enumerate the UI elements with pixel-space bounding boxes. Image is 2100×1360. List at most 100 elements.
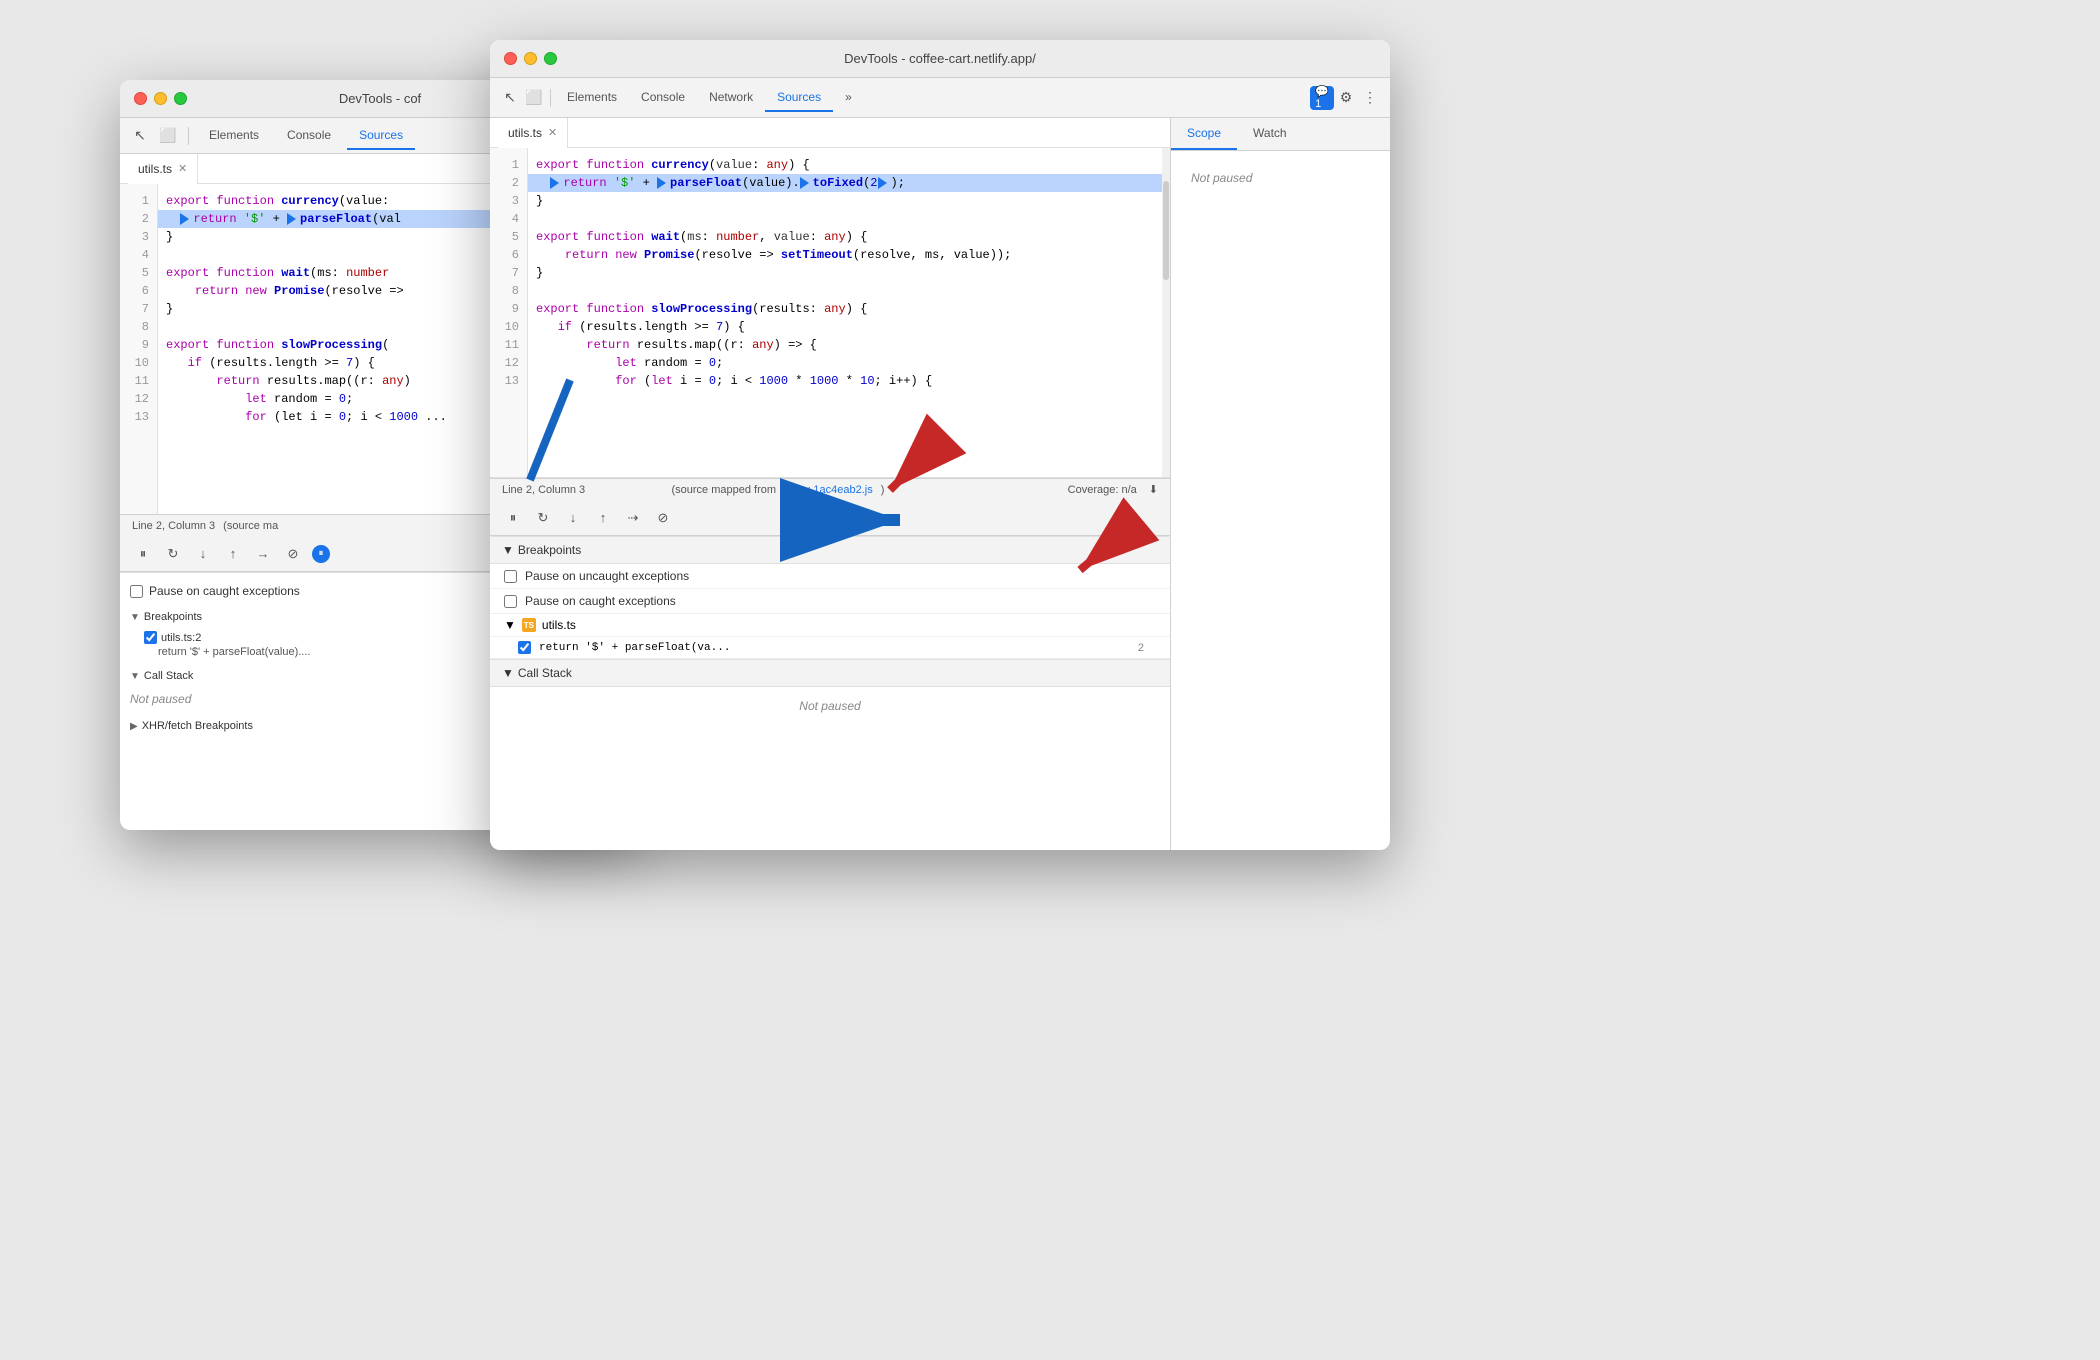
- bg-status-right: (source ma: [223, 520, 278, 532]
- fg-status-link[interactable]: index.1ac4eab2.js: [784, 484, 873, 496]
- fg-file-tab-close[interactable]: ✕: [548, 126, 557, 139]
- fg-pause-uncaught-checkbox[interactable]: [504, 570, 517, 583]
- bg-pause-btn[interactable]: ⏸: [132, 543, 154, 565]
- fg-code-line-9: export function slowProcessing(results: …: [528, 300, 1170, 318]
- fg-bp-detail-text: return '$' + parseFloat(va...: [539, 642, 730, 654]
- fg-status-bar: Line 2, Column 3 (source mapped from ind…: [490, 478, 1170, 500]
- bg-step-over-btn[interactable]: ↻: [162, 543, 184, 565]
- frames-icon[interactable]: ⬜: [156, 124, 180, 148]
- fg-bp-detail-row[interactable]: return '$' + parseFloat(va... 2: [490, 637, 1170, 659]
- fg-main-area: utils.ts ✕ 1 2 3 4 5 6 7 8 9 10 11: [490, 118, 1390, 850]
- bg-cs-arrow-icon: ▼: [130, 671, 140, 682]
- fg-status-mid-text: (source mapped from: [671, 484, 776, 496]
- traffic-lights-fg[interactable]: [504, 52, 557, 65]
- fg-scrollbar-thumb[interactable]: [1163, 181, 1169, 280]
- bg-line-2: 2: [120, 210, 157, 228]
- bg-line-numbers: 1 2 3 4 5 6 7 8 9 10 11 12 13: [120, 184, 158, 514]
- fg-scope-tab-bar: Scope Watch: [1171, 118, 1390, 151]
- fg-cursor-icon[interactable]: ↖: [498, 86, 522, 110]
- fg-file-tab-utils[interactable]: utils.ts ✕: [498, 118, 568, 148]
- fg-window-title: DevTools - coffee-cart.netlify.app/: [844, 51, 1036, 66]
- fg-code-line-8: [528, 282, 1170, 300]
- bg-file-tab-utils[interactable]: utils.ts ✕: [128, 154, 198, 184]
- bg-line-11: 11: [120, 372, 157, 390]
- traffic-lights-bg[interactable]: [134, 92, 187, 105]
- fg-code-line-12: let random = 0;: [528, 354, 1170, 372]
- fg-title-bar: DevTools - coffee-cart.netlify.app/: [490, 40, 1390, 78]
- fg-deactivate-btn[interactable]: ⊘: [652, 507, 674, 529]
- fg-status-right-sep: ): [881, 484, 885, 496]
- bg-file-tab-close[interactable]: ✕: [178, 162, 187, 175]
- fg-bp-file-section: ▼ TS utils.ts: [490, 614, 1170, 637]
- fg-tab-console[interactable]: Console: [629, 84, 697, 112]
- bg-line-13: 13: [120, 408, 157, 426]
- minimize-button-bg[interactable]: [154, 92, 167, 105]
- fg-popup-not-paused: Not paused: [490, 687, 1170, 725]
- bg-step-out-btn[interactable]: ↑: [222, 543, 244, 565]
- tab-console-bg[interactable]: Console: [275, 122, 343, 150]
- fg-bp-detail-checkbox[interactable]: [518, 641, 531, 654]
- fg-coverage-icon[interactable]: ⬇: [1149, 483, 1158, 496]
- bg-bp-arrow-icon: ▼: [130, 612, 140, 623]
- fg-toolbar-sep: [550, 89, 551, 107]
- bg-line-8: 8: [120, 318, 157, 336]
- cursor-icon[interactable]: ↖: [128, 124, 152, 148]
- bg-deactivate-btn[interactable]: ⊘: [282, 543, 304, 565]
- maximize-button-bg[interactable]: [174, 92, 187, 105]
- fg-code-line-2: return '$' + parseFloat(value).toFixed(2…: [528, 174, 1170, 192]
- bg-step-into-btn[interactable]: ↓: [192, 543, 214, 565]
- fg-settings-icon[interactable]: ⚙: [1334, 86, 1358, 110]
- fg-code-line-13: for (let i = 0; i < 1000 * 1000 * 10; i+…: [528, 372, 1170, 390]
- close-button-bg[interactable]: [134, 92, 147, 105]
- fg-step-into-btn[interactable]: ↓: [562, 507, 584, 529]
- fg-tab-elements[interactable]: Elements: [555, 84, 629, 112]
- bg-file-tab-label: utils.ts: [138, 162, 172, 176]
- bg-line-3: 3: [120, 228, 157, 246]
- fg-tab-sources[interactable]: Sources: [765, 84, 833, 112]
- maximize-button-fg[interactable]: [544, 52, 557, 65]
- bg-bp-file-label: utils.ts:2: [161, 632, 201, 644]
- fg-menu-icon[interactable]: ⋮: [1358, 86, 1382, 110]
- fg-pause-btn[interactable]: ⏸: [502, 507, 524, 529]
- fg-file-icon: TS: [522, 618, 536, 632]
- bg-line-12: 12: [120, 390, 157, 408]
- fg-bp-popup-label: Breakpoints: [518, 543, 581, 557]
- fg-bp-file-arrow[interactable]: ▼: [504, 618, 516, 632]
- fg-step-over-btn[interactable]: ↻: [532, 507, 554, 529]
- tab-sources-bg[interactable]: Sources: [347, 122, 415, 150]
- fg-tab-watch[interactable]: Watch: [1237, 118, 1303, 150]
- fg-scrollbar[interactable]: [1162, 148, 1170, 477]
- fg-pause-uncaught-row[interactable]: Pause on uncaught exceptions: [490, 564, 1170, 589]
- fg-step-out-btn[interactable]: ↑: [592, 507, 614, 529]
- fg-chat-icon[interactable]: 💬 1: [1310, 86, 1334, 110]
- fg-tab-scope[interactable]: Scope: [1171, 118, 1237, 150]
- fg-right-panel: Scope Watch Not paused: [1170, 118, 1390, 850]
- fg-bp-line-num: 2: [1138, 642, 1156, 654]
- fg-bp-file-name: utils.ts: [542, 618, 576, 632]
- fg-call-stack-header[interactable]: ▼ Call Stack: [490, 659, 1170, 687]
- fg-code-line-7: }: [528, 264, 1170, 282]
- fg-bp-expand-icon: ▼: [502, 543, 514, 557]
- tab-elements-bg[interactable]: Elements: [197, 122, 271, 150]
- fg-bp-popup-header[interactable]: ▼ Breakpoints: [490, 537, 1170, 564]
- fg-pause-caught-checkbox[interactable]: [504, 595, 517, 608]
- fg-tab-network[interactable]: Network: [697, 84, 765, 112]
- close-button-fg[interactable]: [504, 52, 517, 65]
- bg-pause-caught-checkbox[interactable]: [130, 585, 143, 598]
- fg-pause-caught-row[interactable]: Pause on caught exceptions: [490, 589, 1170, 614]
- fg-code-editor: 1 2 3 4 5 6 7 8 9 10 11 12 13 export fu: [490, 148, 1170, 478]
- bg-continue-btn[interactable]: →: [252, 543, 274, 565]
- fg-continue-btn[interactable]: ⇢: [622, 507, 644, 529]
- fg-tab-more[interactable]: »: [833, 84, 864, 112]
- bg-line-4: 4: [120, 246, 157, 264]
- bg-async-btn[interactable]: ⏸: [312, 545, 330, 563]
- fg-frames-icon[interactable]: ⬜: [522, 86, 546, 110]
- bg-status-position: Line 2, Column 3: [132, 520, 215, 532]
- fg-code-line-11: return results.map((r: any) => {: [528, 336, 1170, 354]
- bg-bp-file-checkbox[interactable]: [144, 631, 157, 644]
- bg-line-6: 6: [120, 282, 157, 300]
- bg-line-7: 7: [120, 300, 157, 318]
- bg-line-1: 1: [120, 192, 157, 210]
- bg-xhr-arrow-icon: ▶: [130, 721, 138, 732]
- minimize-button-fg[interactable]: [524, 52, 537, 65]
